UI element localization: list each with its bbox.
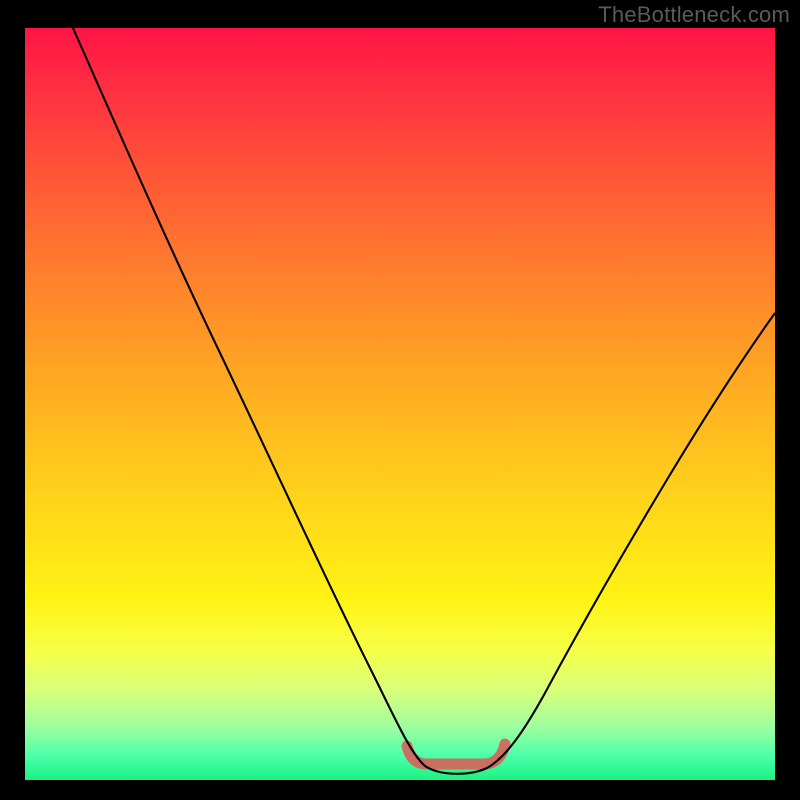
curve-svg	[25, 28, 775, 780]
chart-frame: TheBottleneck.com	[0, 0, 800, 800]
bottleneck-curve	[73, 28, 775, 774]
optimal-range-marker	[407, 744, 505, 764]
plot-area	[25, 28, 775, 780]
watermark-text: TheBottleneck.com	[598, 2, 790, 28]
